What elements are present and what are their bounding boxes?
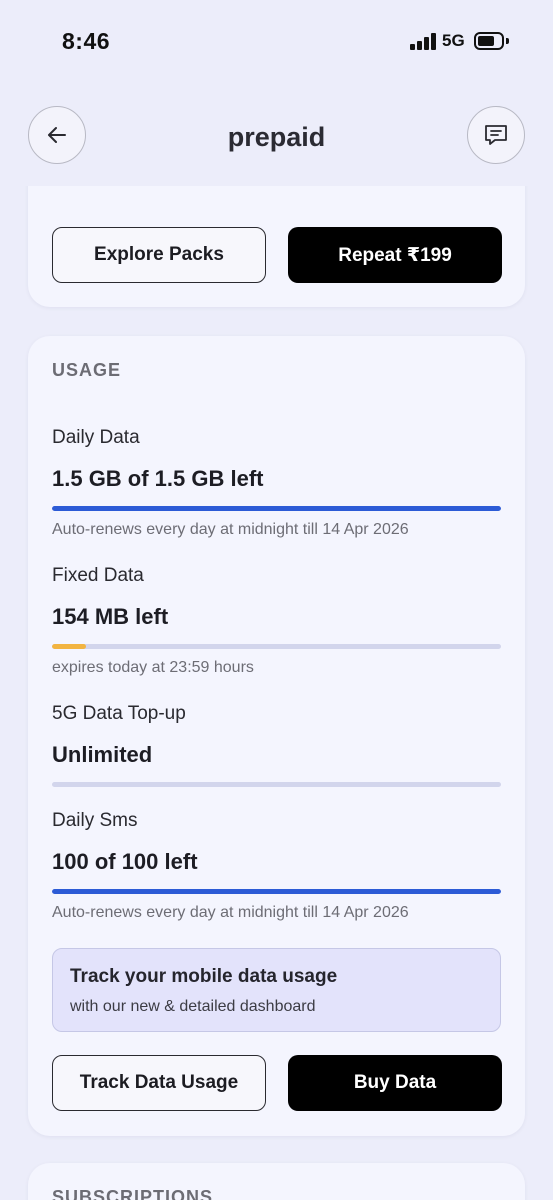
daily-sms-label: Daily Sms [52, 810, 138, 831]
daily-sms-note: Auto-renews every day at midnight till 1… [52, 904, 409, 921]
fixed-data-note: expires today at 23:59 hours [52, 659, 254, 676]
fixed-data-progress [52, 644, 501, 649]
status-bar: 8:46 5G [0, 0, 553, 80]
track-usage-promo[interactable]: Track your mobile data usage with our ne… [52, 948, 501, 1032]
buy-data-button[interactable]: Buy Data [288, 1055, 502, 1111]
promo-subtitle: with our new & detailed dashboard [70, 998, 316, 1015]
fixed-data-label: Fixed Data [52, 565, 144, 586]
explore-packs-button[interactable]: Explore Packs [52, 227, 266, 283]
5g-topup-label: 5G Data Top-up [52, 703, 186, 724]
5g-topup-value: Unlimited [52, 742, 153, 767]
subscriptions-section-title: SUBSCRIPTIONS [52, 1187, 214, 1200]
battery-icon [474, 32, 504, 50]
chat-bubble-icon [485, 125, 507, 145]
5g-topup-progress [52, 782, 501, 787]
daily-data-value: 1.5 GB of 1.5 GB left [52, 466, 264, 491]
daily-data-label: Daily Data [52, 427, 140, 448]
signal-strength-icon [410, 33, 437, 50]
daily-sms-value: 100 of 100 left [52, 849, 198, 874]
network-type: 5G [442, 31, 465, 50]
battery-cap [506, 38, 509, 44]
chat-button[interactable] [467, 106, 525, 164]
promo-title: Track your mobile data usage [70, 966, 338, 987]
repeat-recharge-button[interactable]: Repeat ₹199 [288, 227, 502, 283]
daily-data-note: Auto-renews every day at midnight till 1… [52, 521, 409, 538]
subscriptions-card: SUBSCRIPTIONS [28, 1163, 525, 1200]
app-header: prepaid [0, 80, 553, 186]
daily-data-progress [52, 506, 501, 511]
daily-sms-progress [52, 889, 501, 894]
track-data-usage-button[interactable]: Track Data Usage [52, 1055, 266, 1111]
status-time: 8:46 [62, 28, 111, 54]
usage-card: USAGE Daily Data 1.5 GB of 1.5 GB left A… [28, 336, 525, 1136]
fixed-data-value: 154 MB left [52, 604, 169, 629]
usage-section-title: USAGE [52, 360, 122, 380]
